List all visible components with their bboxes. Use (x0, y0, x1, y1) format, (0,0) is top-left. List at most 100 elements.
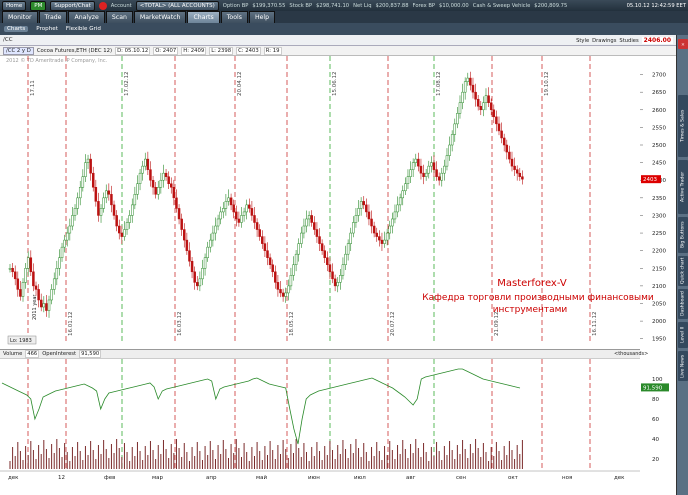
candle-body (237, 218, 241, 223)
tab-marketwatch[interactable]: MarketWatch (133, 11, 187, 23)
candle-body (97, 201, 100, 216)
price-tick-label: 2700 (652, 73, 666, 79)
price-tick-label: 1950 (652, 337, 666, 343)
lo-marker: Lo: 1983 (10, 338, 32, 344)
candle-body (188, 250, 191, 262)
record-icon[interactable] (98, 1, 107, 10)
chart-controls: Style Drawings Studies 2406.00 (480, 35, 676, 46)
tab-tools[interactable]: Tools (220, 11, 248, 23)
subtab-flexible-grid[interactable]: Flexible Grid (66, 26, 101, 32)
candle-body (323, 250, 326, 258)
tab-help[interactable]: Help (248, 11, 276, 23)
candle-body (115, 215, 118, 227)
candle-body (341, 264, 345, 276)
candle-body (229, 197, 233, 206)
candle-body (495, 116, 498, 125)
bar-high: H: 2409 (181, 46, 207, 55)
candle-body (219, 211, 222, 220)
tab-scan[interactable]: Scan (105, 11, 133, 23)
price-tick-label: 2050 (652, 301, 666, 307)
candle-body (248, 204, 251, 209)
sidebar-live-news[interactable]: Live News (678, 351, 688, 381)
candle-body (177, 208, 181, 220)
bar-open: O: 2407 (153, 46, 179, 55)
copyright-text: 2012 © TD Ameritrade IP Company, Inc. (6, 57, 108, 64)
subtab-charts[interactable]: Charts (4, 26, 29, 32)
volume-chart[interactable]: 100 80 60 40 20 91,590 дек 12 фев мар апр май июн июл… (0, 359, 676, 495)
tab-trade[interactable]: Trade (38, 11, 68, 23)
date-marker-label: 20.07.12 (390, 312, 396, 337)
date-marker-label: 18.05.12 (289, 312, 295, 337)
candle-body (466, 77, 470, 82)
date-marker-label: 20.04.12 (237, 72, 243, 97)
symbol-field[interactable]: /CC (3, 37, 13, 43)
candle-body (91, 172, 95, 188)
x-month-label: июл (354, 475, 366, 481)
x-month-label: дек (614, 475, 625, 481)
candle-body (362, 201, 365, 206)
sidebar-big-buttons[interactable]: Big Buttons (678, 217, 688, 253)
candle-body (487, 95, 490, 103)
candle-body (235, 211, 238, 220)
candle-body (128, 215, 131, 223)
candle-body (190, 260, 194, 273)
pm-button[interactable]: PM (30, 0, 47, 11)
style-button[interactable]: Style (576, 38, 589, 44)
chart-symbol-period[interactable]: /CC 2 y D (3, 46, 34, 55)
candle-body (424, 172, 428, 177)
candle-body (510, 158, 514, 167)
candle-body (55, 268, 59, 280)
candle-body (209, 239, 212, 248)
candle-body (58, 257, 61, 269)
volume-label: Volume (3, 351, 23, 357)
sidebar-dashboard[interactable]: Dashboard (678, 289, 688, 319)
candle-body (32, 271, 35, 287)
top-status-bar: Home PM Support/Chat Account <TOTAL> (AL… (0, 0, 688, 11)
candle-body (315, 229, 319, 237)
candle-body (222, 208, 225, 213)
candle-body (435, 169, 438, 177)
oi-tick-label: 60 (652, 417, 659, 423)
candle-body (336, 282, 339, 287)
studies-button[interactable]: Studies (619, 38, 638, 44)
oi-marker: 91,590 (643, 385, 663, 391)
close-icon[interactable]: × (678, 39, 688, 49)
candle-body (224, 201, 228, 209)
price-chart[interactable]: 2012 © TD Ameritrade IP Company, Inc. 195… (0, 56, 676, 349)
sidebar-level2[interactable]: Level II (678, 322, 688, 348)
candle-body (263, 243, 267, 251)
candle-body (320, 243, 324, 251)
tab-analyze[interactable]: Analyze (68, 11, 105, 23)
support-chat-button[interactable]: Support/Chat (50, 0, 95, 11)
x-month-label: сен (456, 475, 466, 481)
net-liq-label: Net Liq (353, 2, 372, 9)
candle-body (78, 187, 82, 199)
candle-body (196, 282, 199, 287)
chart-description: Cocoa Futures,ETH (DEC 12) (36, 47, 113, 54)
candle-body (513, 165, 516, 170)
sidebar-active-trader[interactable]: Active Trader (678, 160, 688, 214)
x-month-label: окт (508, 475, 519, 481)
candle-body (469, 77, 472, 86)
tab-charts[interactable]: Charts (187, 11, 220, 23)
candle-body (357, 208, 360, 216)
subtab-prophet[interactable]: Prophet (36, 26, 58, 32)
candle-body (211, 232, 215, 241)
sidebar-quick-chart[interactable]: Quick chart (678, 256, 688, 286)
sidebar-times-sales[interactable]: Times & Sales (678, 95, 688, 157)
candle-body (497, 123, 501, 132)
candle-body (206, 246, 209, 258)
candle-body (305, 218, 308, 227)
candle-body (151, 179, 155, 188)
candle-body (515, 169, 519, 174)
bar-date: D: 05.10.12 (115, 46, 151, 55)
stock-bp-value: $298,741.10 (316, 2, 350, 9)
candle-body (120, 232, 124, 237)
candle-body (518, 172, 522, 177)
home-button[interactable]: Home (2, 0, 27, 11)
candle-body (393, 211, 397, 220)
tab-monitor[interactable]: Monitor (2, 11, 38, 23)
account-select[interactable]: <TOTAL> (ALL ACCOUNTS) (135, 0, 219, 11)
drawings-button[interactable]: Drawings (592, 38, 616, 44)
candle-body (198, 278, 202, 287)
